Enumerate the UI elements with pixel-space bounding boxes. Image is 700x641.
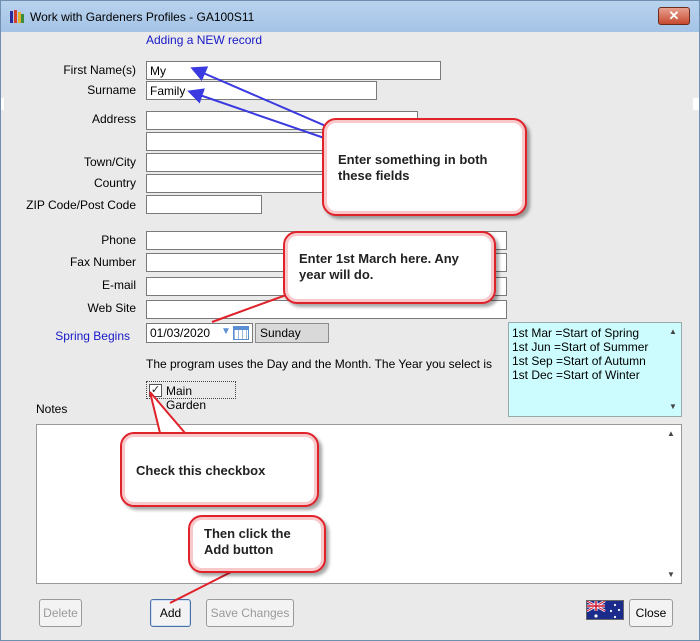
delete-button[interactable]: Delete [39,599,82,627]
window-title: Work with Gardeners Profiles - GA100S11 [30,10,255,24]
website-label: Web Site [87,301,136,315]
first-name-label: First Name(s) [63,63,136,77]
season-line: 1st Jun =Start of Summer [512,340,649,354]
australia-flag-icon [586,600,624,620]
program-note: The program uses the Day and the Month. … [146,357,492,371]
callout-name-fields: Enter something in both these fields [322,118,527,216]
right-edge-mark [693,98,699,110]
email-label: E-mail [101,278,136,292]
callout-add-button: Then click the Add button [188,515,326,573]
spring-date-picker[interactable]: 01/03/2020 ▼ [146,323,253,343]
main-garden-label: Main Garden [166,384,207,412]
save-changes-button[interactable]: Save Changes [206,599,294,627]
title-bar: Work with Gardeners Profiles - GA100S11 … [1,1,699,32]
add-button[interactable]: Add [150,599,191,627]
fax-label: Fax Number [69,255,136,269]
close-button[interactable]: Close [629,599,673,627]
town-city-label: Town/City [83,155,136,169]
spring-day-display: Sunday [255,323,329,343]
chevron-down-icon[interactable]: ▼ [221,326,231,337]
season-line: 1st Dec =Start of Winter [512,368,640,382]
zip-label: ZIP Code/Post Code [26,198,136,212]
zip-field[interactable] [146,195,262,214]
surname-label: Surname [87,83,136,97]
notes-scrollbar[interactable]: ▲ ▼ [667,429,677,579]
first-name-field[interactable] [146,61,441,80]
callout-checkbox: Check this checkbox [120,432,319,507]
season-line: 1st Mar =Start of Spring [512,326,640,340]
main-garden-checkbox[interactable]: ✓ [149,384,162,397]
app-icon [10,10,24,23]
calendar-icon[interactable] [233,326,249,340]
spring-date-value: 01/03/2020 [150,326,211,340]
season-line: 1st Sep =Start of Autumn [512,354,646,368]
scroll-up-icon[interactable]: ▲ [667,429,675,438]
gardener-profiles-window: Work with Gardeners Profiles - GA100S11 … [0,0,700,641]
address-label: Address [91,112,136,126]
country-label: Country [93,176,136,190]
season-scrollbar[interactable]: ▲ ▼ [669,325,679,414]
left-edge-mark [1,98,4,110]
surname-field[interactable] [146,81,377,100]
season-info-box: 1st Mar =Start of Spring 1st Jun =Start … [508,322,682,417]
scroll-down-icon[interactable]: ▼ [669,400,677,414]
window-close-icon[interactable]: ✕ [658,7,690,25]
callout-spring-date: Enter 1st March here. Any year will do. [283,231,496,304]
main-garden-checkbox-wrap[interactable]: ✓ Main Garden [146,381,236,412]
mode-indicator: Adding a NEW record [146,33,263,47]
flag-graphic [587,601,623,619]
scroll-down-icon[interactable]: ▼ [667,570,675,579]
scroll-up-icon[interactable]: ▲ [669,325,677,339]
phone-label: Phone [101,233,136,247]
spring-begins-label: Spring Begins [55,329,130,343]
notes-label: Notes [36,402,68,416]
